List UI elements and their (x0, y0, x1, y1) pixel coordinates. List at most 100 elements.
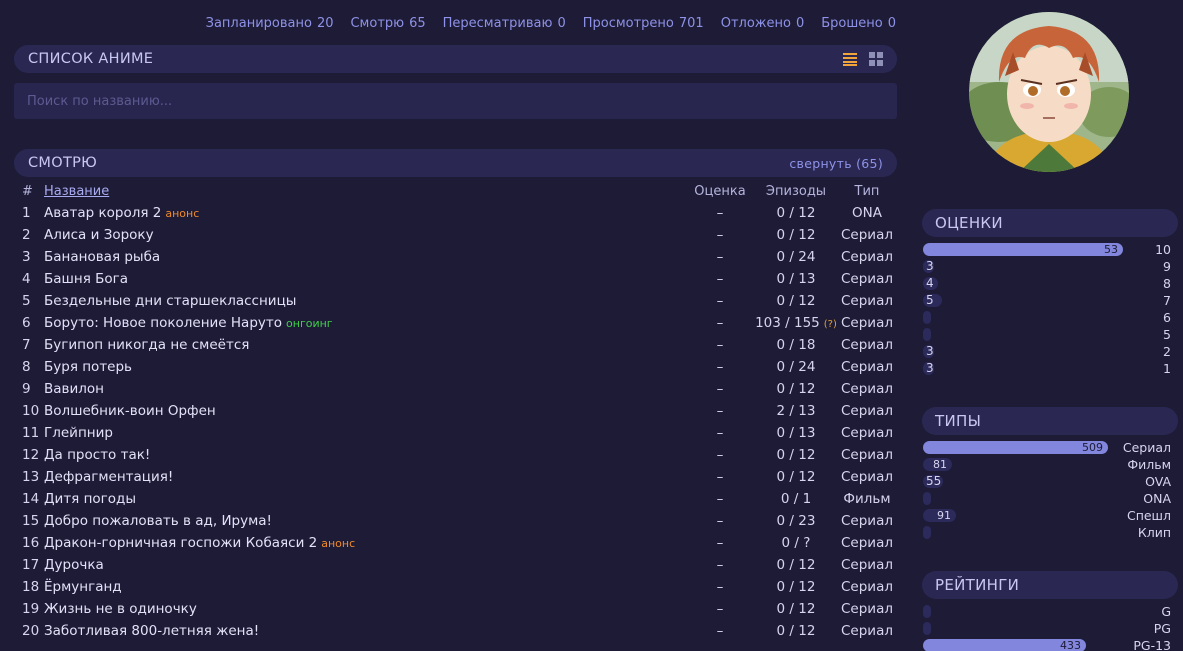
row-episodes-cell[interactable]: 0 / 13 (755, 422, 837, 444)
row-episodes-cell[interactable]: 0 / 24 (755, 246, 837, 268)
anime-title-link[interactable]: Бездельные дни старшеклассницы (44, 293, 296, 309)
anime-title-link[interactable]: Дефрагментация! (44, 469, 173, 485)
table-row[interactable]: 19 Жизнь не в одиночку – 0 / 12 Сериал (14, 598, 897, 620)
table-row[interactable]: 2 Алиса и Зороку – 0 / 12 Сериал (14, 224, 897, 246)
row-episodes[interactable]: 0 / 12 (777, 205, 816, 221)
row-title-cell[interactable]: Добро пожаловать в ад, Ирума! (44, 510, 685, 532)
row-title-cell[interactable]: Дефрагментация! (44, 466, 685, 488)
row-episodes[interactable]: 0 / 12 (777, 601, 816, 617)
table-row[interactable]: 5 Бездельные дни старшеклассницы – 0 / 12 Се… (14, 290, 897, 312)
anime-title-link[interactable]: Бугипоп никогда не смеётся (44, 337, 249, 353)
row-score[interactable]: – (685, 532, 755, 554)
row-title-cell[interactable]: Буря потерь (44, 356, 685, 378)
row-episodes[interactable]: 0 / 12 (777, 381, 816, 397)
row-title-cell[interactable]: Аватар короля 2 анонс (44, 202, 685, 224)
status-filter-1[interactable]: Смотрю 65 (350, 16, 425, 31)
row-episodes[interactable]: 0 / 12 (777, 447, 816, 463)
search-input[interactable] (14, 83, 897, 119)
row-title-cell[interactable]: Алиса и Зороку (44, 224, 685, 246)
anime-title-link[interactable]: Заботливая 800-летняя жена! (44, 623, 259, 639)
table-row[interactable]: 14 Дитя погоды – 0 / 1 Фильм (14, 488, 897, 510)
row-episodes[interactable]: 0 / 12 (777, 293, 816, 309)
row-episodes[interactable]: 0 / 23 (777, 513, 816, 529)
anime-title-link[interactable]: Жизнь не в одиночку (44, 601, 197, 617)
row-episodes[interactable]: 0 / 12 (777, 469, 816, 485)
table-row[interactable]: 17 Дурочка – 0 / 12 Сериал (14, 554, 897, 576)
watching-section-header[interactable]: СМОТРЮ свернуть (65) (14, 149, 897, 177)
anime-title-link[interactable]: Волшебник-воин Орфен (44, 403, 216, 419)
anime-title-link[interactable]: Добро пожаловать в ад, Ирума! (44, 513, 272, 529)
status-filter-4[interactable]: Отложено 0 (721, 16, 805, 31)
row-score[interactable]: – (685, 246, 755, 268)
row-episodes-cell[interactable]: 0 / 12 (755, 290, 837, 312)
row-episodes-cell[interactable]: 103 / 155 (?) (755, 312, 837, 334)
table-row[interactable]: 10 Волшебник-воин Орфен – 2 / 13 Сериал (14, 400, 897, 422)
row-episodes-cell[interactable]: 0 / 18 (755, 334, 837, 356)
row-episodes[interactable]: 0 / 18 (777, 337, 816, 353)
row-score[interactable]: – (685, 290, 755, 312)
row-score[interactable]: – (685, 334, 755, 356)
row-title-cell[interactable]: Да просто так! (44, 444, 685, 466)
anime-title-link[interactable]: Буря потерь (44, 359, 132, 375)
table-row[interactable]: 8 Буря потерь – 0 / 24 Сериал (14, 356, 897, 378)
anime-title-link[interactable]: Дурочка (44, 557, 104, 573)
row-title-cell[interactable]: Жизнь не в одиночку (44, 598, 685, 620)
row-score[interactable]: – (685, 400, 755, 422)
table-row[interactable]: 13 Дефрагментация! – 0 / 12 Сериал (14, 466, 897, 488)
row-score[interactable]: – (685, 620, 755, 642)
row-score[interactable]: – (685, 576, 755, 598)
row-episodes-cell[interactable]: 2 / 13 (755, 400, 837, 422)
table-row[interactable]: 1 Аватар короля 2 анонс – 0 / 12 ONA (14, 202, 897, 224)
anime-title-link[interactable]: Глейпнир (44, 425, 113, 441)
list-view-icon[interactable] (843, 52, 857, 66)
row-title-cell[interactable]: Ёрмунганд (44, 576, 685, 598)
row-score[interactable]: – (685, 356, 755, 378)
grid-view-icon[interactable] (869, 52, 883, 66)
row-episodes[interactable]: 0 / 1 (781, 491, 811, 507)
row-score[interactable]: – (685, 466, 755, 488)
anime-title-link[interactable]: Банановая рыба (44, 249, 160, 265)
column-title[interactable]: Название (44, 180, 685, 202)
anime-title-link[interactable]: Аватар короля 2 (44, 205, 161, 221)
row-score[interactable]: – (685, 268, 755, 290)
row-episodes-cell[interactable]: 0 / 12 (755, 554, 837, 576)
anime-title-link[interactable]: Алиса и Зороку (44, 227, 154, 243)
row-episodes-cell[interactable]: 0 / 12 (755, 620, 837, 642)
row-episodes-cell[interactable]: 0 / ? (755, 532, 837, 554)
status-filter-3[interactable]: Просмотрено 701 (583, 16, 704, 31)
anime-title-link[interactable]: Дракон-горничная госпожи Кобаяси 2 (44, 535, 317, 551)
row-score[interactable]: – (685, 224, 755, 246)
row-episodes[interactable]: 0 / 12 (777, 579, 816, 595)
row-episodes-cell[interactable]: 0 / 12 (755, 202, 837, 224)
row-title-cell[interactable]: Дитя погоды (44, 488, 685, 510)
row-episodes[interactable]: 0 / 12 (777, 227, 816, 243)
table-row[interactable]: 4 Башня Бога – 0 / 13 Сериал (14, 268, 897, 290)
anime-title-link[interactable]: Ёрмунганд (44, 579, 122, 595)
anime-title-link[interactable]: Вавилон (44, 381, 104, 397)
row-episodes-cell[interactable]: 0 / 1 (755, 488, 837, 510)
row-score[interactable]: – (685, 554, 755, 576)
row-episodes-cell[interactable]: 0 / 23 (755, 510, 837, 532)
table-row[interactable]: 9 Вавилон – 0 / 12 Сериал (14, 378, 897, 400)
table-row[interactable]: 15 Добро пожаловать в ад, Ирума! – 0 / 23 Се… (14, 510, 897, 532)
row-episodes[interactable]: 0 / 12 (777, 557, 816, 573)
row-episodes[interactable]: 0 / ? (782, 535, 811, 551)
row-title-cell[interactable]: Дурочка (44, 554, 685, 576)
row-score[interactable]: – (685, 444, 755, 466)
row-title-cell[interactable]: Башня Бога (44, 268, 685, 290)
anime-title-link[interactable]: Да просто так! (44, 447, 150, 463)
row-score[interactable]: – (685, 378, 755, 400)
row-score[interactable]: – (685, 488, 755, 510)
row-episodes-cell[interactable]: 0 / 12 (755, 598, 837, 620)
table-row[interactable]: 12 Да просто так! – 0 / 12 Сериал (14, 444, 897, 466)
row-title-cell[interactable]: Глейпнир (44, 422, 685, 444)
row-episodes[interactable]: 0 / 24 (777, 249, 816, 265)
row-episodes-cell[interactable]: 0 / 12 (755, 466, 837, 488)
table-row[interactable]: 16 Дракон-горничная госпожи Кобаяси 2 анон… (14, 532, 897, 554)
row-title-cell[interactable]: Боруто: Новое поколение Наруто онгоинг (44, 312, 685, 334)
row-episodes-cell[interactable]: 0 / 13 (755, 268, 837, 290)
row-episodes-cell[interactable]: 0 / 12 (755, 444, 837, 466)
row-episodes[interactable]: 0 / 13 (777, 425, 816, 441)
row-score[interactable]: – (685, 312, 755, 334)
row-title-cell[interactable]: Банановая рыба (44, 246, 685, 268)
